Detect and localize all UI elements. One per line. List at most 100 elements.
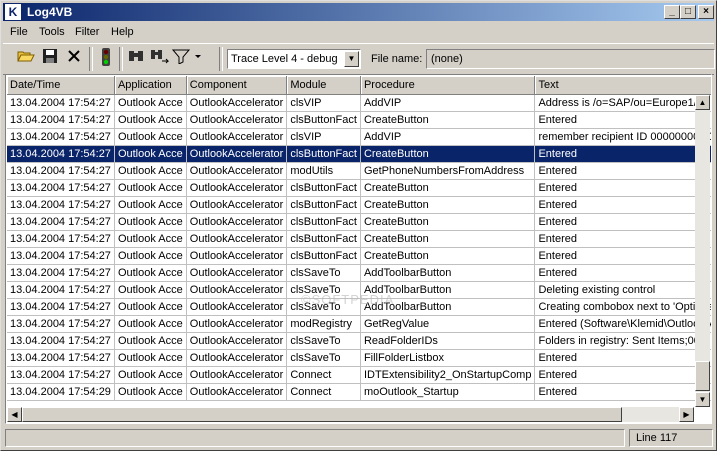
table-cell: FillFolderListbox: [360, 349, 536, 367]
table-cell: clsButtonFact: [286, 213, 361, 231]
table-cell: modUtils: [286, 162, 361, 180]
find-icon[interactable]: [125, 48, 147, 70]
table-cell: Entered: [534, 383, 711, 401]
table-cell: AddToolbarButton: [360, 298, 536, 316]
file-name-field: (none): [426, 49, 715, 69]
table-cell: Outlook Acce: [114, 94, 187, 112]
table-cell: clsSaveTo: [286, 264, 361, 282]
main-window: K Log4VB _ □ × File Tools Filter Help Tr…: [0, 0, 717, 451]
traffic-light-icon[interactable]: [95, 48, 117, 70]
table-cell: 13.04.2004 17:54:27: [7, 196, 115, 214]
table-row[interactable]: 13.04.2004 17:54:27 Outlook Acce OutlookAc…: [7, 298, 711, 316]
table-cell: Outlook Acce: [114, 196, 187, 214]
table-cell: AddVIP: [360, 128, 536, 146]
table-cell: Entered: [534, 247, 711, 265]
column-header-text[interactable]: Text: [534, 76, 711, 95]
table-row[interactable]: 13.04.2004 17:54:27 Outlook Acce OutlookAc…: [7, 145, 711, 163]
menu-help[interactable]: Help: [111, 26, 134, 38]
menu-filter[interactable]: Filter: [75, 26, 99, 38]
table-row[interactable]: 13.04.2004 17:54:27 Outlook Acce OutlookAc…: [7, 366, 711, 384]
table-row[interactable]: 13.04.2004 17:54:29 Outlook Acce OutlookAc…: [7, 383, 711, 401]
table-cell: OutlookAccelerator: [186, 145, 288, 163]
horizontal-scrollbar[interactable]: ◀ ▶: [7, 407, 694, 422]
find-next-icon[interactable]: [149, 48, 171, 70]
table-cell: OutlookAccelerator: [186, 298, 288, 316]
table-row[interactable]: 13.04.2004 17:54:27 Outlook Acce OutlookAc…: [7, 315, 711, 333]
save-icon[interactable]: [39, 48, 61, 70]
vertical-scrollbar[interactable]: ▲ ▼: [695, 95, 710, 407]
table-row[interactable]: 13.04.2004 17:54:27 Outlook Acce OutlookAc…: [7, 230, 711, 248]
table-cell: clsSaveTo: [286, 332, 361, 350]
menu-tools[interactable]: Tools: [39, 26, 65, 38]
table-cell: moOutlook_Startup: [360, 383, 536, 401]
scroll-right-icon[interactable]: ▶: [679, 407, 694, 422]
table-cell: OutlookAccelerator: [186, 128, 288, 146]
menu-file[interactable]: File: [10, 26, 28, 38]
table-row[interactable]: 13.04.2004 17:54:27 Outlook Acce OutlookAc…: [7, 332, 711, 350]
table-row[interactable]: 13.04.2004 17:54:27 Outlook Acce OutlookAc…: [7, 111, 711, 129]
table-row[interactable]: 13.04.2004 17:54:27 Outlook Acce OutlookAc…: [7, 94, 711, 112]
table-cell: Outlook Acce: [114, 264, 187, 282]
log-grid[interactable]: Date/Time Application Component Module Proce…: [5, 74, 712, 424]
vertical-scroll-thumb[interactable]: [695, 361, 710, 391]
table-cell: OutlookAccelerator: [186, 179, 288, 197]
table-cell: 13.04.2004 17:54:27: [7, 298, 115, 316]
close-button[interactable]: ×: [698, 5, 714, 19]
table-row[interactable]: 13.04.2004 17:54:27 Outlook Acce OutlookAc…: [7, 264, 711, 282]
table-cell: Connect: [286, 383, 361, 401]
status-panel-main: [5, 429, 625, 447]
horizontal-scroll-thumb[interactable]: [22, 407, 622, 422]
column-header-module[interactable]: Module: [286, 76, 361, 95]
table-cell: OutlookAccelerator: [186, 213, 288, 231]
table-row[interactable]: 13.04.2004 17:54:27 Outlook Acce OutlookAc…: [7, 349, 711, 367]
table-cell: clsButtonFact: [286, 179, 361, 197]
scroll-down-icon[interactable]: ▼: [695, 392, 710, 407]
maximize-button[interactable]: □: [680, 5, 696, 19]
table-cell: OutlookAccelerator: [186, 281, 288, 299]
clear-icon[interactable]: [63, 48, 85, 70]
table-cell: OutlookAccelerator: [186, 315, 288, 333]
table-cell: clsSaveTo: [286, 349, 361, 367]
table-row[interactable]: 13.04.2004 17:54:27 Outlook Acce OutlookAc…: [7, 128, 711, 146]
table-cell: Outlook Acce: [114, 162, 187, 180]
line-count: Line 117: [636, 432, 678, 444]
app-icon[interactable]: K: [5, 4, 21, 20]
table-cell: Outlook Acce: [114, 111, 187, 129]
table-row[interactable]: 13.04.2004 17:54:27 Outlook Acce OutlookAc…: [7, 179, 711, 197]
filter-icon[interactable]: [171, 48, 203, 70]
scroll-up-icon[interactable]: ▲: [695, 95, 710, 110]
table-cell: clsSaveTo: [286, 298, 361, 316]
column-header-procedure[interactable]: Procedure: [360, 76, 536, 95]
table-cell: Address is /o=SAP/ou=Europe1/cn: [534, 94, 711, 112]
column-header-application[interactable]: Application: [114, 76, 187, 95]
table-cell: IDTExtensibility2_OnStartupComp: [360, 366, 536, 384]
table-row[interactable]: 13.04.2004 17:54:27 Outlook Acce OutlookAc…: [7, 162, 711, 180]
table-cell: Entered: [534, 366, 711, 384]
table-cell: 13.04.2004 17:54:29: [7, 383, 115, 401]
table-row[interactable]: 13.04.2004 17:54:27 Outlook Acce OutlookAc…: [7, 196, 711, 214]
table-cell: 13.04.2004 17:54:27: [7, 264, 115, 282]
title-bar[interactable]: K Log4VB _ □ ×: [3, 3, 714, 21]
table-cell: AddToolbarButton: [360, 264, 536, 282]
table-cell: AddToolbarButton: [360, 281, 536, 299]
table-cell: clsButtonFact: [286, 145, 361, 163]
table-cell: Outlook Acce: [114, 383, 187, 401]
open-folder-icon[interactable]: [15, 48, 37, 70]
column-header-component[interactable]: Component: [186, 76, 288, 95]
minimize-button[interactable]: _: [664, 5, 680, 19]
table-cell: clsSaveTo: [286, 281, 361, 299]
table-row[interactable]: 13.04.2004 17:54:27 Outlook Acce OutlookAc…: [7, 281, 711, 299]
table-row[interactable]: 13.04.2004 17:54:27 Outlook Acce OutlookAc…: [7, 247, 711, 265]
column-header-date-time[interactable]: Date/Time: [7, 76, 115, 95]
table-cell: CreateButton: [360, 111, 536, 129]
trace-level-select[interactable]: Trace Level 4 - debug ▼: [227, 49, 361, 69]
table-cell: Folders in registry: Sent Items;000: [534, 332, 711, 350]
table-cell: Entered: [534, 179, 711, 197]
table-cell: Entered: [534, 264, 711, 282]
table-cell: Entered: [534, 349, 711, 367]
scroll-left-icon[interactable]: ◀: [7, 407, 22, 422]
table-cell: OutlookAccelerator: [186, 111, 288, 129]
table-row[interactable]: 13.04.2004 17:54:27 Outlook Acce OutlookAc…: [7, 213, 711, 231]
status-panel-line: Line 117: [629, 429, 713, 447]
chevron-down-icon[interactable]: ▼: [344, 51, 359, 67]
